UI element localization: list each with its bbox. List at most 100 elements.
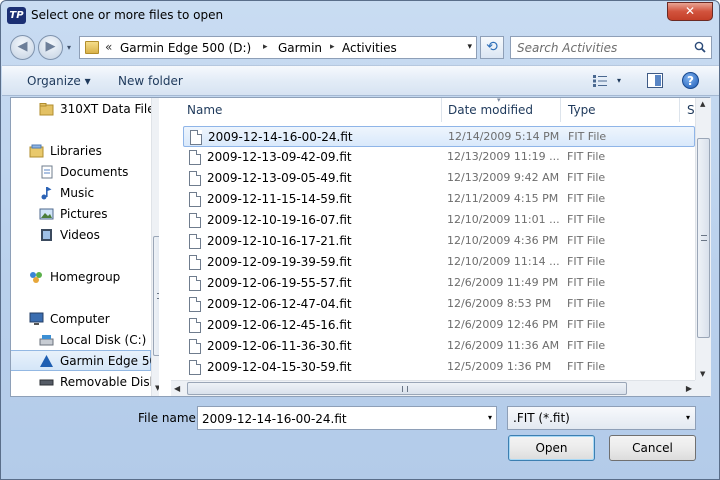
table-row[interactable]: 2009-12-14-16-00-24.fit 12/14/2009 5:14 P… (183, 126, 695, 147)
nav-item-removable-disk[interactable]: Removable Disk ( (11, 372, 159, 393)
date-modified-cell: 12/10/2009 11:01 ... (447, 213, 560, 226)
breadcrumb-separator[interactable]: ▸ (330, 42, 335, 52)
table-row[interactable]: 2009-12-10-16-17-21.fit 12/10/2009 4:36 P… (183, 231, 695, 252)
type-cell: FIT File (567, 360, 606, 373)
recent-locations-dropdown[interactable]: ▾ (67, 43, 71, 52)
file-name-dropdown[interactable]: ▾ (488, 413, 492, 422)
column-header-date[interactable]: Date modified (448, 98, 533, 122)
table-row[interactable]: 2009-12-13-09-05-49.fit 12/13/2009 9:42 A… (183, 168, 695, 189)
breadcrumb-garmin[interactable]: Garmin (278, 41, 322, 55)
table-row[interactable]: 2009-12-10-19-16-07.fit 12/10/2009 11:01 … (183, 210, 695, 231)
table-row[interactable]: 2009-12-13-09-42-09.fit 12/13/2009 11:19 … (183, 147, 695, 168)
type-cell: FIT File (567, 192, 606, 205)
table-row[interactable]: 2009-12-06-19-55-57.fit 12/6/2009 11:49 P… (183, 273, 695, 294)
column-header-type[interactable]: Type (568, 98, 596, 122)
folder-icon (39, 103, 54, 116)
nav-scrollbar[interactable]: ▼ (151, 98, 159, 396)
views-icon[interactable] (592, 74, 608, 88)
forward-button[interactable]: ▶ (38, 35, 63, 60)
nav-item-videos[interactable]: Videos (11, 225, 151, 246)
column-divider[interactable] (560, 98, 561, 122)
nav-item-label: Pictures (60, 207, 108, 221)
nav-item-label: Videos (60, 228, 100, 242)
type-cell: FIT File (567, 339, 606, 352)
new-folder-button[interactable]: New folder (118, 74, 183, 88)
file-type-dropdown[interactable]: ▾ (686, 413, 690, 422)
file-icon (189, 339, 201, 354)
column-divider[interactable] (679, 98, 680, 122)
organize-button[interactable]: Organize ▾ (27, 74, 91, 88)
nav-item-computer[interactable]: Computer (11, 309, 151, 330)
nav-scroll-thumb[interactable] (153, 236, 159, 356)
nav-item-label: Removable Disk ( (60, 375, 159, 389)
vertical-scroll-thumb[interactable] (697, 138, 710, 338)
file-icon (190, 130, 202, 145)
table-row[interactable]: 2009-12-11-15-14-59.fit 12/11/2009 4:15 P… (183, 189, 695, 210)
search-box[interactable] (510, 36, 712, 59)
breadcrumb-drive[interactable]: Garmin Edge 500 (D:) (120, 41, 251, 55)
file-icon (189, 318, 201, 333)
nav-item-garmin-edge-500[interactable]: Garmin Edge 500 (11, 350, 159, 371)
views-dropdown[interactable]: ▾ (617, 76, 621, 85)
scroll-down-arrow[interactable]: ▼ (700, 370, 705, 378)
nav-item-label: Libraries (50, 144, 102, 158)
table-row[interactable]: 2009-12-06-12-47-04.fit 12/6/2009 8:53 PM… (183, 294, 695, 315)
back-button[interactable]: ◀ (10, 35, 35, 60)
refresh-button[interactable]: ⟲ (480, 36, 504, 59)
videos-icon (41, 229, 52, 241)
column-header-name[interactable]: Name (187, 98, 222, 122)
nav-item-libraries[interactable]: Libraries (11, 141, 151, 162)
nav-item-label: Music (60, 186, 95, 200)
file-name-combobox[interactable]: ▾ (197, 406, 497, 430)
scrollbar-corner (695, 380, 711, 396)
nav-item-label: Garmin Edge 500 (60, 354, 159, 368)
breadcrumb-overflow[interactable]: « (105, 40, 112, 54)
cancel-button[interactable]: Cancel (609, 435, 696, 461)
scroll-down-arrow[interactable]: ▼ (155, 384, 159, 392)
file-horizontal-scrollbar[interactable]: ◀ ▶ (171, 380, 695, 396)
search-input[interactable] (517, 40, 687, 56)
table-row[interactable]: 2009-12-06-12-45-16.fit 12/6/2009 12:46 P… (183, 315, 695, 336)
address-dropdown[interactable]: ▾ (467, 42, 472, 52)
scroll-left-arrow[interactable]: ◀ (174, 384, 180, 393)
column-divider[interactable] (441, 98, 442, 122)
search-icon[interactable] (694, 41, 706, 53)
close-button[interactable]: ✕ (667, 2, 713, 21)
scroll-up-arrow[interactable]: ▲ (700, 100, 705, 108)
file-name-label: File name: (138, 411, 200, 425)
nav-item-label: Computer (50, 312, 110, 326)
nav-item-documents[interactable]: Documents (11, 162, 151, 183)
file-name-cell: 2009-12-06-19-55-57.fit (207, 276, 352, 290)
address-row: ◀ ▶ ▾ « Garmin Edge 500 (D:) ▸ Garmin ▸ … (1, 32, 719, 62)
file-name-cell: 2009-12-04-15-30-59.fit (207, 360, 352, 374)
nav-item-310xt-data-files[interactable]: 310XT Data Files (11, 99, 159, 120)
table-row[interactable]: 2009-12-09-19-39-59.fit 12/10/2009 11:14 … (183, 252, 695, 273)
nav-item-music[interactable]: Music (11, 183, 151, 204)
table-row[interactable]: 2009-12-06-11-36-30.fit 12/6/2009 11:36 A… (183, 336, 695, 357)
preview-pane-icon[interactable] (647, 73, 663, 88)
file-vertical-scrollbar[interactable]: ▲ ▼ (695, 98, 711, 380)
type-cell: FIT File (567, 171, 606, 184)
type-cell: FIT File (567, 150, 606, 163)
documents-icon (41, 165, 53, 179)
table-row[interactable]: 2009-12-04-15-30-59.fit 12/5/2009 1:36 PM… (183, 357, 695, 378)
nav-item-homegroup[interactable]: Homegroup (11, 267, 151, 288)
dialog-window: TP Select one or more files to open ✕ ◀ … (0, 0, 720, 480)
file-name-input[interactable] (202, 411, 472, 427)
breadcrumb-activities[interactable]: Activities (342, 41, 397, 55)
open-button[interactable]: Open (508, 435, 595, 461)
address-bar[interactable]: « Garmin Edge 500 (D:) ▸ Garmin ▸ Activi… (79, 36, 477, 59)
date-modified-cell: 12/6/2009 11:49 PM (447, 276, 559, 289)
nav-item-local-disk[interactable]: Local Disk (C:) (11, 330, 151, 351)
nav-item-label: Local Disk (C:) (60, 333, 147, 347)
breadcrumb-separator[interactable]: ▸ (263, 42, 268, 52)
file-icon (189, 276, 201, 291)
horizontal-scroll-thumb[interactable] (187, 382, 627, 395)
file-type-select[interactable]: .FIT (*.fit) ▾ (507, 406, 696, 430)
nav-item-pictures[interactable]: Pictures (11, 204, 151, 225)
help-icon[interactable]: ? (682, 72, 699, 89)
garmin-icon (40, 355, 53, 367)
file-name-cell: 2009-12-06-11-36-30.fit (207, 339, 352, 353)
type-cell: FIT File (568, 130, 607, 143)
scroll-right-arrow[interactable]: ▶ (686, 384, 692, 393)
